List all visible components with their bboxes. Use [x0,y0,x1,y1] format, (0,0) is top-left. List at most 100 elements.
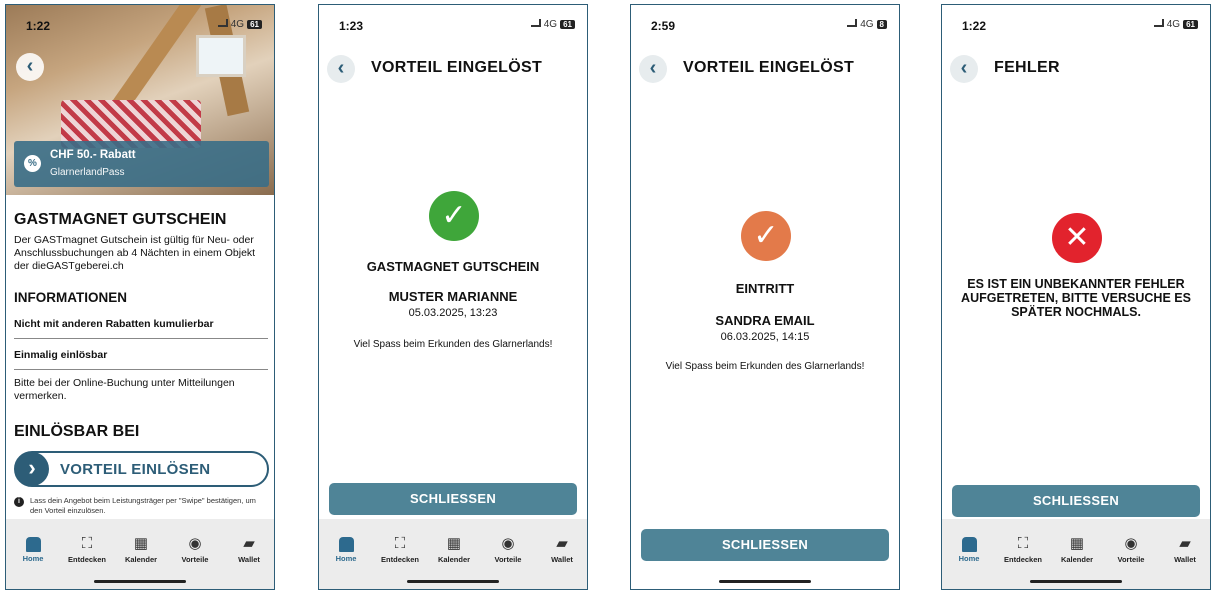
page-title: FEHLER [994,59,1060,76]
back-button[interactable]: ‹ [950,55,978,83]
nav-vorteile[interactable]: ◉ Vorteile [1104,535,1158,564]
nav-wallet[interactable]: ▰ Wallet [535,535,587,564]
nav-home[interactable]: Home [319,535,373,563]
percent-icon: ◉ [1124,535,1138,552]
redeem-swipe-button[interactable]: › VORTEIL EINLÖSEN [14,451,269,487]
info-icon: i [14,497,24,507]
redeem-heading: EINLÖSBAR BEI [14,423,140,440]
nav-wallet[interactable]: ▰ Wallet [1158,535,1210,564]
close-button[interactable]: SCHLIESSEN [952,485,1200,517]
info-item: Nicht mit anderen Rabatten kumulierbar [14,318,268,339]
status-bar: 2:59 4G 8 [631,5,899,41]
nav-entdecken[interactable]: ⛶ Entdecken [60,535,114,564]
nav-home[interactable]: Home [6,535,60,563]
redeem-label: VORTEIL EINLÖSEN [60,461,211,478]
percent-icon: ◉ [188,535,202,552]
chevron-left-icon: ‹ [649,57,657,79]
redeemed-date: 05.03.2025, 13:23 [408,307,498,319]
swipe-hint: i Lass dein Angebot beim Leistungsträger… [14,496,268,516]
nav-home[interactable]: Home [942,535,996,563]
nav-kalender[interactable]: ▦ Kalender [114,535,168,564]
back-button[interactable]: ‹ [639,55,667,83]
check-icon: ✓ [741,211,791,261]
redeemed-date: 06.03.2025, 14:15 [720,331,810,343]
percent-icon: ◉ [501,535,515,552]
status-signal: 4G 8 [847,19,887,30]
page-title: VORTEIL EINGELÖST [371,59,543,76]
home-indicator [719,580,811,583]
phone-screen-offer-detail: % CHF 50.- Rabatt GlarnerlandPass 1:22 4… [5,4,275,590]
nav-vorteile[interactable]: ◉ Vorteile [481,535,535,564]
nav-kalender[interactable]: ▦ Kalender [1050,535,1104,564]
offer-description: Der GASTmagnet Gutschein ist gültig für … [14,234,256,272]
close-button[interactable]: SCHLIESSEN [641,529,889,561]
home-icon [338,537,354,552]
back-button[interactable]: ‹ [327,55,355,83]
check-icon: ✓ [429,191,479,241]
phone-screen-redeemed-1: 1:23 4G 61 ‹ VORTEIL EINGELÖST ✓ GASTMAGN… [318,4,588,590]
status-signal: 4G 61 [1153,19,1198,30]
thank-you-message: Viel Spass beim Erkunden des Glarnerland… [665,361,865,372]
binoculars-icon: ⛶ [394,535,406,552]
status-time: 1:22 [962,19,987,33]
thank-you-message: Viel Spass beim Erkunden des Glarnerland… [353,339,553,350]
close-button[interactable]: SCHLIESSEN [329,483,577,515]
page-title: VORTEIL EINGELÖST [683,59,855,76]
bottom-nav: Home ⛶ Entdecken ▦ Kalender ◉ Vorteile ▰ Wal… [319,519,587,589]
chevron-left-icon: ‹ [26,55,34,77]
holder-name: MUSTER MARIANNE [388,289,518,304]
redeemed-item: GASTMAGNET GUTSCHEIN [366,259,540,274]
back-button[interactable]: ‹ [16,53,44,81]
percent-icon: % [24,155,41,172]
nav-vorteile[interactable]: ◉ Vorteile [168,535,222,564]
nav-entdecken[interactable]: ⛶ Entdecken [996,535,1050,564]
bottom-nav: Home ⛶ Entdecken ▦ Kalender ◉ Vorteile ▰ Wal… [6,519,274,589]
home-icon [961,537,977,552]
info-item: Einmalig einlösbar [14,349,268,370]
status-bar: 1:22 4G 61 [942,5,1210,41]
info-heading: INFORMATIONEN [14,290,127,305]
status-bar: 1:23 4G 61 [319,5,587,41]
nav-kalender[interactable]: ▦ Kalender [427,535,481,564]
status-time: 1:22 [26,19,51,33]
binoculars-icon: ⛶ [81,535,93,552]
bottom-nav: Home ⛶ Entdecken ▦ Kalender ◉ Vorteile ▰ Wal… [942,519,1210,589]
chevron-left-icon: ‹ [960,57,968,79]
wallet-icon: ▰ [1179,535,1191,552]
redeemed-item: EINTRITT [735,281,795,296]
calendar-icon: ▦ [133,535,149,552]
battery-icon: 8 [876,20,887,29]
badge-subtitle: GlarnerlandPass [50,167,125,178]
wallet-icon: ▰ [243,535,255,552]
error-message: ES IST EIN UNBEKANNTER FEHLER AUFGETRETE… [961,277,1191,319]
battery-icon: 61 [560,20,575,29]
discount-badge: % CHF 50.- Rabatt GlarnerlandPass [14,141,269,187]
battery-icon: 61 [1183,20,1198,29]
chevron-left-icon: ‹ [337,57,345,79]
signal-icon [847,19,858,27]
status-signal: 4G 61 [217,19,262,30]
signal-icon [217,19,228,27]
nav-wallet[interactable]: ▰ Wallet [222,535,274,564]
signal-icon [1153,19,1164,27]
calendar-icon: ▦ [1069,535,1085,552]
status-time: 1:23 [339,19,364,33]
battery-icon: 61 [247,20,262,29]
signal-icon [530,19,541,27]
offer-title: GASTMAGNET GUTSCHEIN [14,211,227,228]
home-indicator [407,580,499,583]
status-signal: 4G 61 [530,19,575,30]
error-icon: ✕ [1052,213,1102,263]
nav-entdecken[interactable]: ⛶ Entdecken [373,535,427,564]
binoculars-icon: ⛶ [1017,535,1029,552]
badge-title: CHF 50.- Rabatt [50,149,136,161]
holder-name: SANDRA EMAIL [715,313,815,328]
home-indicator [94,580,186,583]
status-time: 2:59 [651,19,676,33]
home-indicator [1030,580,1122,583]
phone-screen-error: 1:22 4G 61 ‹ FEHLER ✕ ES IST EIN UNBEKANN… [941,4,1211,590]
calendar-icon: ▦ [446,535,462,552]
wallet-icon: ▰ [556,535,568,552]
chevron-right-icon[interactable]: › [15,452,49,486]
booking-note: Bitte bei der Online-Buchung unter Mitte… [14,377,235,402]
